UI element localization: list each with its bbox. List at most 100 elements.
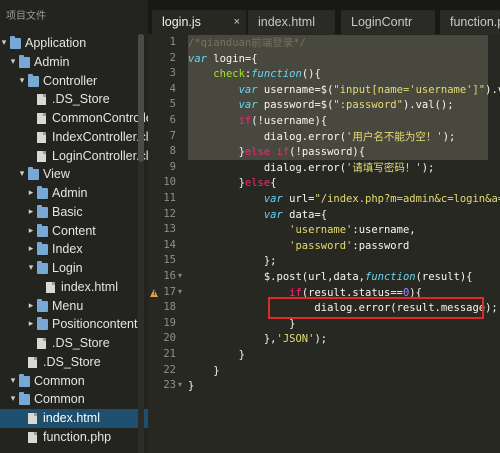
code-token: login={ <box>206 52 258 65</box>
tree-file[interactable]: index.html <box>0 278 148 297</box>
line-number: 20 <box>163 332 176 345</box>
tree-folder[interactable]: ▸ Menu <box>0 297 148 316</box>
code-line[interactable]: } <box>188 378 194 394</box>
tab-label: LoginContr <box>351 15 413 29</box>
code-line[interactable]: } <box>188 347 245 363</box>
code-line[interactable]: $.post(url,data,function(result){ <box>188 269 473 285</box>
tree-item-label: Login <box>52 261 83 275</box>
tab-logincontr[interactable]: LoginContr <box>341 10 435 34</box>
code-token: '用户名不能为空！' <box>346 130 443 143</box>
code-line[interactable]: 'username':username, <box>188 222 415 238</box>
tree-item-label: LoginController.clas <box>52 148 148 163</box>
chevron-right-icon[interactable]: ▸ <box>26 315 36 334</box>
error-highlight-box <box>268 297 484 320</box>
tree-file[interactable]: .DS_Store <box>0 334 148 353</box>
line-number: 21 <box>163 348 176 360</box>
code-line[interactable]: dialog.error('用户名不能为空！'); <box>188 129 456 145</box>
code-line[interactable]: }; <box>188 253 277 269</box>
code-token: ); <box>314 333 328 346</box>
tree-item-label: Admin <box>52 186 88 200</box>
tree-folder[interactable]: ▾ Common <box>0 390 148 409</box>
code-line[interactable]: }else if(!password){ <box>188 144 365 160</box>
code-token: dialog.error( <box>188 130 347 143</box>
chevron-down-icon[interactable]: ▾ <box>8 53 18 72</box>
tree-folder[interactable]: ▾ View <box>0 165 148 184</box>
code-token: ); <box>421 161 435 174</box>
code-token: "/index.php?m=admin&c=login&a=ch <box>314 193 500 205</box>
code-line[interactable]: var password=$(":password").val(); <box>188 97 454 113</box>
chevron-right-icon[interactable]: ▸ <box>26 240 36 259</box>
tree-file[interactable]: CommonController.c <box>0 109 148 128</box>
tree-file[interactable]: LoginController.clas <box>0 147 148 166</box>
code-line[interactable]: /*qianduan前端登录*/ <box>188 35 306 51</box>
chevron-down-icon[interactable]: ▾ <box>17 165 27 184</box>
code-line[interactable]: }else{ <box>188 175 277 191</box>
code-token: } <box>188 349 245 361</box>
tree-folder[interactable]: ▾ Login <box>0 259 148 278</box>
chevron-down-icon[interactable]: ▾ <box>0 34 9 53</box>
warning-icon[interactable] <box>150 288 158 297</box>
chevron-down-icon[interactable]: ▾ <box>26 259 36 278</box>
code-editor[interactable]: 12345678910111213141516▾17▾181920212223▾… <box>148 34 500 453</box>
tab-index-html[interactable]: index.html <box>248 10 335 34</box>
tree-item-label: Index <box>52 242 83 257</box>
code-token: username=$( <box>257 83 334 96</box>
code-token: function <box>365 271 416 283</box>
tree-file[interactable]: .DS_Store <box>0 90 148 109</box>
tree-folder[interactable]: ▸ Content <box>0 222 148 241</box>
tree-folder[interactable]: ▾ Controller <box>0 72 148 91</box>
tree-folder[interactable]: ▾ Application <box>0 34 148 53</box>
tab-login-js[interactable]: login.js × <box>152 10 246 34</box>
code-line[interactable]: } <box>188 363 219 379</box>
code-line[interactable]: if(!username){ <box>188 113 328 129</box>
tab-function-ph[interactable]: function.ph <box>440 10 500 34</box>
line-number: 16 <box>163 270 176 282</box>
tree-folder[interactable]: ▸ Basic <box>0 203 148 222</box>
chevron-right-icon[interactable]: ▸ <box>26 222 36 241</box>
code-line[interactable]: dialog.error('请填写密码！'); <box>188 160 435 176</box>
tree-file[interactable]: function.php <box>0 428 148 447</box>
code-token: check <box>213 68 245 81</box>
chevron-down-icon[interactable]: ▾ <box>8 390 18 409</box>
tree-folder[interactable]: ▸ Admin <box>0 184 148 203</box>
code-token: function <box>251 68 302 81</box>
code-token: else if <box>244 146 290 159</box>
tree-folder[interactable]: ▾ Common <box>0 372 148 391</box>
chevron-right-icon[interactable]: ▸ <box>26 184 36 203</box>
code-line[interactable]: var url="/index.php?m=admin&c=login&a=ch <box>188 191 500 207</box>
chevron-down-icon[interactable]: ▾ <box>17 72 27 91</box>
fold-arrow-icon[interactable]: ▾ <box>178 271 182 280</box>
tree-file[interactable]: IndexController.clas <box>0 128 148 147</box>
code-token: 'JSON' <box>276 333 315 346</box>
chevron-right-icon[interactable]: ▸ <box>26 203 36 222</box>
code-line[interactable]: var login={ <box>188 51 258 67</box>
tree-item-label: Positioncontent <box>52 317 138 332</box>
chevron-right-icon[interactable]: ▸ <box>26 297 36 316</box>
code-line[interactable]: },'JSON'); <box>188 331 327 347</box>
file-icon <box>46 281 55 293</box>
code-line[interactable]: check:function(){ <box>188 66 320 82</box>
close-tab-icon[interactable]: × <box>234 10 240 34</box>
tree-folder[interactable]: ▸ Index <box>0 240 148 259</box>
chevron-down-icon[interactable]: ▾ <box>8 372 18 391</box>
code-line[interactable]: 'password':password <box>188 238 409 254</box>
tree-file[interactable]: .DS_Store <box>0 353 148 372</box>
code-line[interactable]: var username=$("input[name='username']")… <box>188 82 500 98</box>
code-line[interactable]: var data={ <box>188 207 327 223</box>
sidebar-scrollbar-thumb[interactable] <box>138 34 144 162</box>
sidebar-scrollbar[interactable] <box>138 34 144 453</box>
fold-arrow-icon[interactable]: ▾ <box>178 380 182 389</box>
tree-folder[interactable]: ▸ Positioncontent <box>0 315 148 334</box>
file-icon <box>37 338 46 349</box>
tree-item-label: View <box>43 167 70 182</box>
code-token: 'password' <box>289 239 353 252</box>
tree-file[interactable]: index.html <box>0 409 148 428</box>
line-number: 18 <box>163 301 176 314</box>
tree-item-label: .DS_Store <box>52 92 110 107</box>
tree-folder[interactable]: ▾ Admin <box>0 53 148 72</box>
fold-arrow-icon[interactable]: ▾ <box>178 287 182 296</box>
